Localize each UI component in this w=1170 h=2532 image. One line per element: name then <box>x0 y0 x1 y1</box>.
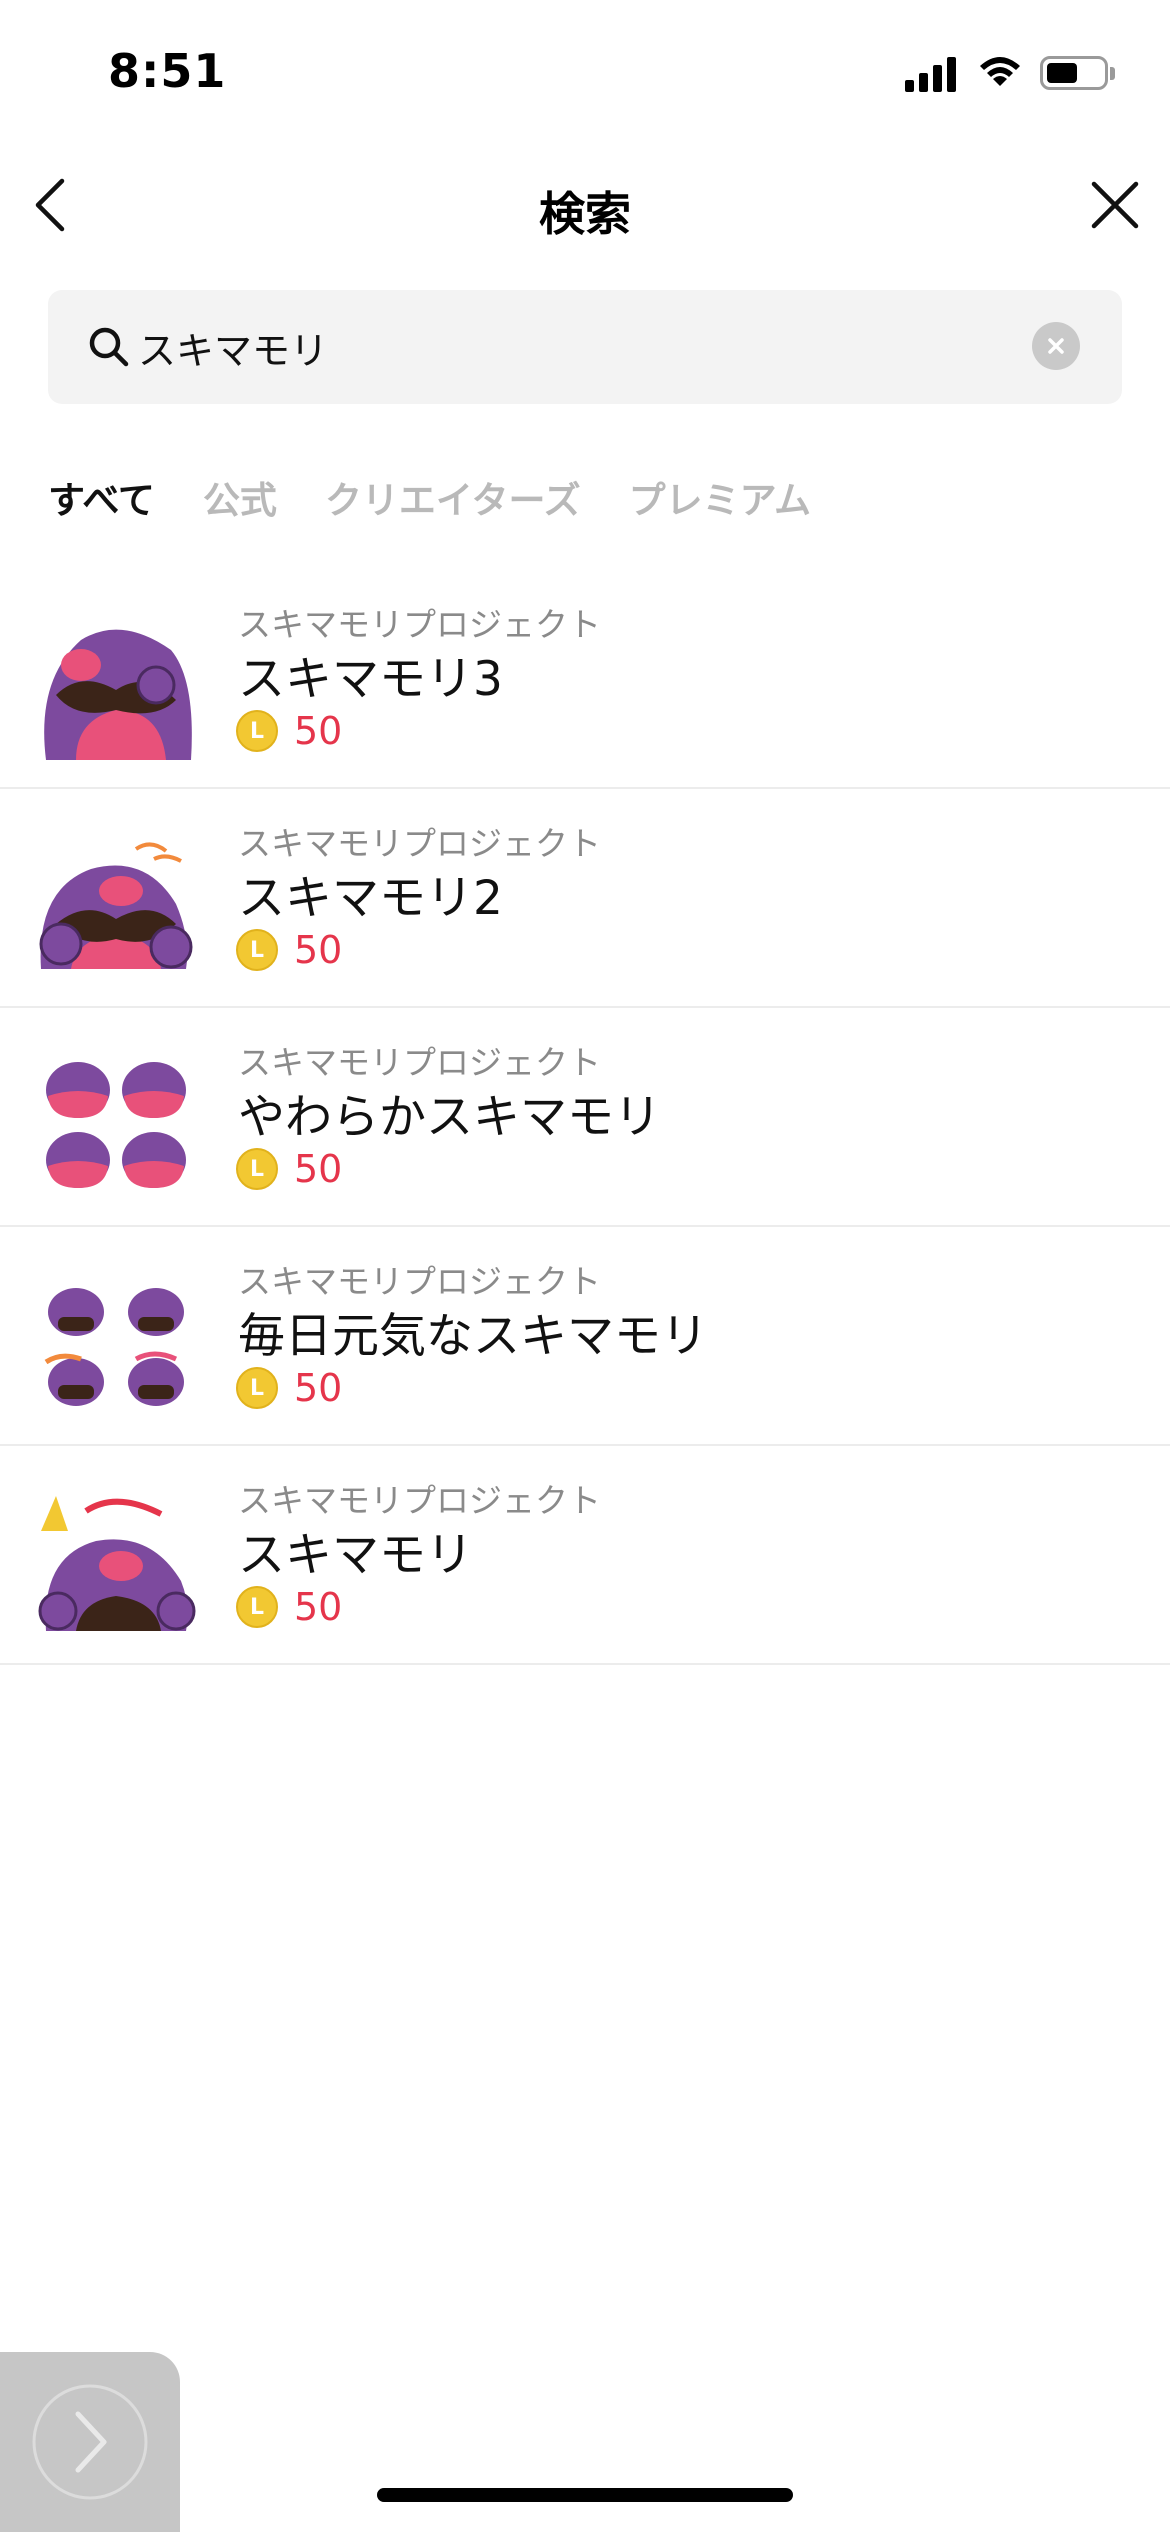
search-icon <box>89 327 129 367</box>
sticker-title: スキマモリ <box>238 1528 473 1583</box>
wifi-icon <box>980 57 1020 86</box>
close-button[interactable] <box>1070 160 1140 250</box>
sticker-thumbnail <box>44 1288 184 1406</box>
creator-name: スキマモリプロジェクト <box>238 1262 601 1301</box>
coin-icon: L <box>236 1367 278 1409</box>
coin-icon: L <box>236 1586 278 1628</box>
result-item[interactable]: スキマモリプロジェクト スキマモリ3 L 50 <box>0 570 1170 789</box>
creator-name: スキマモリプロジェクト <box>238 1481 601 1520</box>
result-item[interactable]: スキマモリプロジェクト スキマモリ L 50 <box>0 1446 1170 1665</box>
floating-next-button[interactable] <box>0 2352 180 2532</box>
status-bar: 8:51 <box>0 0 1170 140</box>
price: 50 <box>294 1147 343 1191</box>
cellular-signal-icon <box>905 56 957 92</box>
result-item[interactable]: スキマモリプロジェクト スキマモリ2 L 50 <box>0 789 1170 1008</box>
sticker-search-screen: 8:51 検索 スキマモリ すべて 公式 クリエイターズ プレミアム スキマモリ… <box>0 0 1170 2532</box>
sticker-thumbnail <box>46 1062 186 1188</box>
creator-name: スキマモリプロジェクト <box>238 605 601 644</box>
status-time: 8:51 <box>108 44 227 98</box>
battery-icon <box>1040 56 1108 90</box>
coin-icon: L <box>236 710 278 752</box>
tab-all[interactable]: すべて <box>48 470 155 524</box>
price-row: L 50 <box>236 708 342 754</box>
sticker-title: やわらかスキマモリ <box>238 1090 661 1145</box>
sticker-title: スキマモリ2 <box>238 871 503 926</box>
sticker-thumbnail <box>38 1496 196 1631</box>
tab-official[interactable]: 公式 <box>203 470 277 524</box>
clear-circle-icon <box>1048 338 1064 354</box>
price-row: L 50 <box>236 1365 342 1411</box>
coin-icon: L <box>236 929 278 971</box>
sticker-title: スキマモリ3 <box>238 652 503 707</box>
close-icon <box>1091 181 1139 229</box>
result-item[interactable]: スキマモリプロジェクト 毎日元気なスキマモリ L 50 <box>0 1227 1170 1446</box>
sticker-title: 毎日元気なスキマモリ <box>238 1309 708 1364</box>
battery-cap <box>1110 67 1115 80</box>
results-list: スキマモリプロジェクト スキマモリ3 L 50 スキマモリプロジェクト スキマモ… <box>0 570 1170 1665</box>
tab-premium[interactable]: プレミアム <box>629 470 811 524</box>
filter-tabs: すべて 公式 クリエイターズ プレミアム <box>48 470 811 524</box>
sticker-thumbnail <box>44 629 192 760</box>
tab-creators[interactable]: クリエイターズ <box>325 470 581 524</box>
price: 50 <box>294 1585 343 1629</box>
price-row: L 50 <box>236 1584 342 1630</box>
price-row: L 50 <box>236 927 342 973</box>
price: 50 <box>294 709 343 753</box>
search-box[interactable] <box>48 290 1122 404</box>
coin-icon: L <box>236 1148 278 1190</box>
result-item[interactable]: スキマモリプロジェクト やわらかスキマモリ L 50 <box>0 1008 1170 1227</box>
creator-name: スキマモリプロジェクト <box>238 1043 601 1082</box>
clear-search-button[interactable] <box>1032 322 1080 370</box>
price: 50 <box>294 1366 343 1410</box>
creator-name: スキマモリプロジェクト <box>238 824 601 863</box>
nav-header: 検索 <box>0 160 1170 250</box>
search-input[interactable] <box>138 312 998 382</box>
sticker-thumbnail <box>39 842 193 969</box>
price: 50 <box>294 928 343 972</box>
page-title: 検索 <box>539 187 631 241</box>
price-row: L 50 <box>236 1146 342 1192</box>
home-indicator[interactable] <box>377 2488 793 2502</box>
chevron-right-icon <box>32 2384 148 2500</box>
